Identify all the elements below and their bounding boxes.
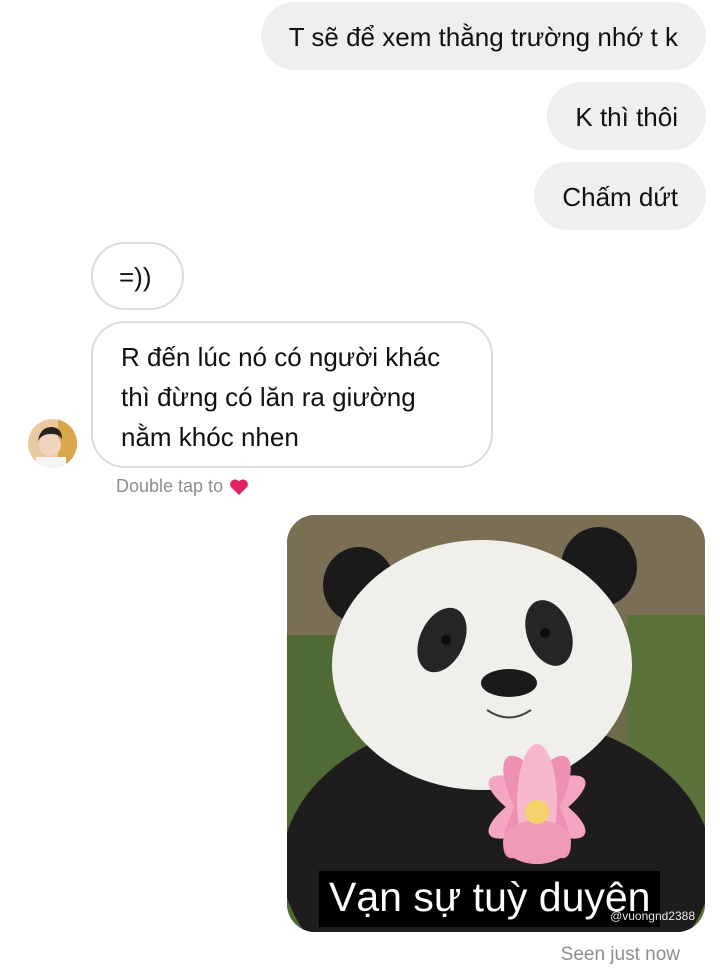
watermark: @vuongnd2388 xyxy=(610,909,695,923)
seen-status: Seen just now xyxy=(560,944,680,965)
shared-image[interactable]: Vạn sự tuỳ duyên @vuongnd2388 xyxy=(287,515,705,932)
received-message[interactable]: =)) xyxy=(91,242,184,310)
sent-message[interactable]: T sẽ để xem thằng trường nhớ t k xyxy=(260,2,706,70)
hint-text: Double tap to xyxy=(116,476,224,496)
heart-icon xyxy=(230,478,248,495)
panda-image xyxy=(287,515,705,932)
chat-thread: T sẽ để xem thằng trường nhớ t k K thì t… xyxy=(0,0,720,974)
double-tap-hint: Double tap to xyxy=(116,476,249,497)
avatar[interactable] xyxy=(28,419,77,468)
received-message[interactable]: R đến lúc nó có người khác thì đừng có l… xyxy=(91,321,493,468)
sent-message[interactable]: Chấm dứt xyxy=(534,162,706,230)
sent-message[interactable]: K thì thôi xyxy=(547,82,706,150)
